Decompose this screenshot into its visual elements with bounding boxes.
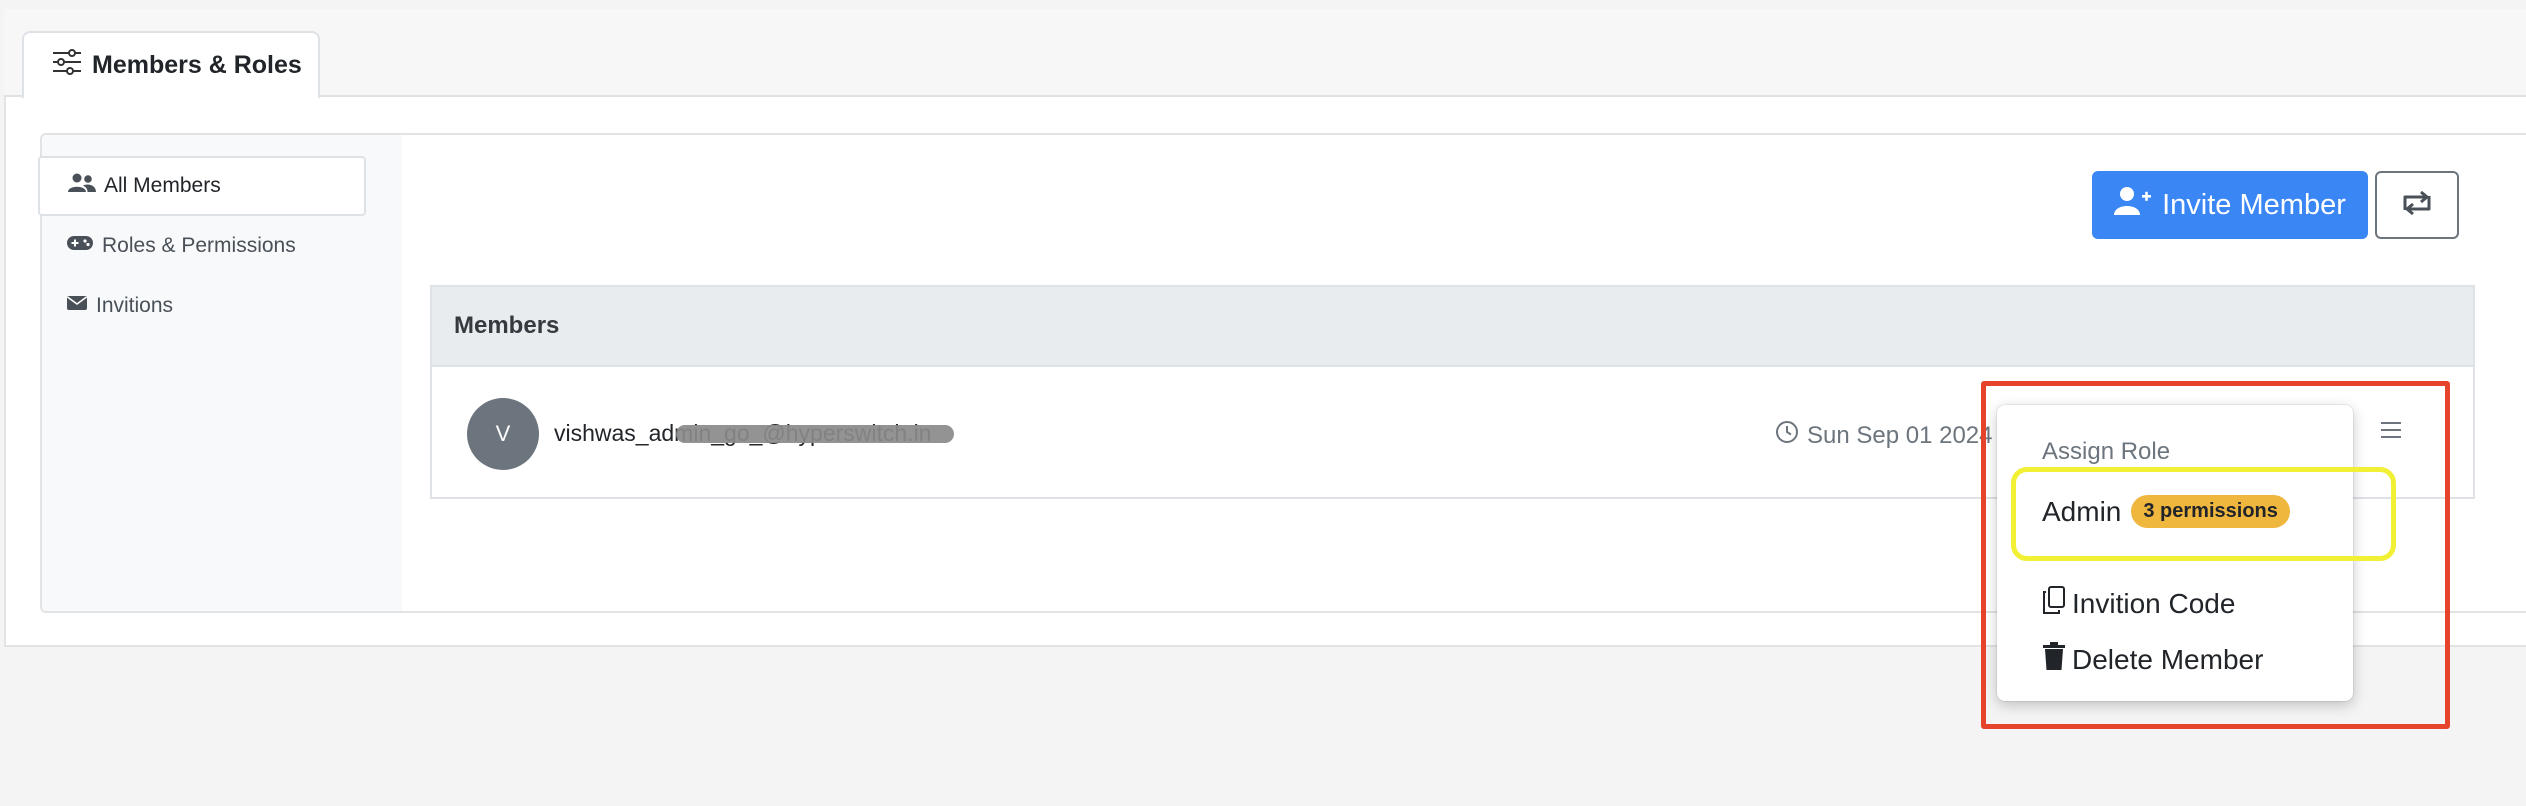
avatar-initial: V <box>495 421 511 446</box>
sidebar-item-label: Roles & Permissions <box>102 234 296 257</box>
invite-member-button[interactable]: Invite Member <box>2092 171 2368 239</box>
tab-bar <box>4 9 2526 97</box>
envelope-icon <box>66 294 88 318</box>
tab-members-roles[interactable]: Members & Roles <box>22 31 320 99</box>
avatar: V <box>467 398 539 470</box>
refresh-button[interactable] <box>2375 171 2459 239</box>
sidebar-item-label: All Members <box>104 174 221 197</box>
sidebar-item-roles-permissions[interactable]: Roles & Permissions <box>38 216 366 276</box>
members-header-label: Members <box>454 312 560 339</box>
sidebar-item-label: Invitions <box>96 294 174 317</box>
member-date-text: Sun Sep 01 2024 <box>1807 421 1993 449</box>
annotation-yellow-highlight <box>2011 467 2396 561</box>
redaction-mark <box>676 425 954 443</box>
members-table-header: Members <box>430 285 2475 367</box>
invite-member-label: Invite Member <box>2162 188 2346 221</box>
sidebar-item-all-members[interactable]: All Members <box>38 156 366 216</box>
refresh-icon <box>2399 190 2435 221</box>
member-date: Sun Sep 01 2024 <box>1775 420 1993 451</box>
clock-icon <box>1775 420 1799 451</box>
sidebar-item-invitions[interactable]: Invitions <box>38 276 366 336</box>
tab-label: Members & Roles <box>92 50 302 79</box>
user-plus-icon <box>2114 186 2152 224</box>
users-icon <box>68 173 96 199</box>
gamepad-icon <box>66 234 94 258</box>
sliders-icon <box>52 48 82 83</box>
